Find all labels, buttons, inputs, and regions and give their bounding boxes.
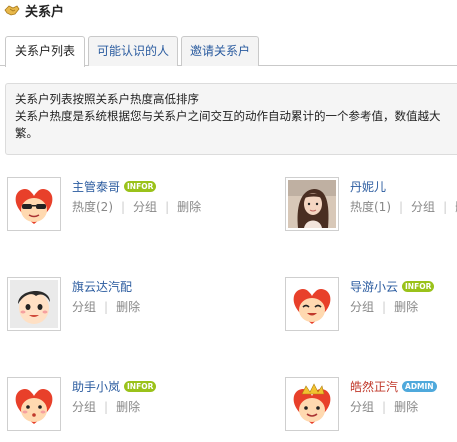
contact-actions: 分组 | 删除 <box>350 298 418 315</box>
contact-actions: 分组 | 删除 <box>350 398 418 415</box>
separator: | <box>104 299 109 314</box>
tab-bar: 关系户列表 可能认识的人 邀请关系户 <box>0 36 457 67</box>
contact-name[interactable]: 丹妮儿 <box>350 178 386 195</box>
contact-name-row: 导游小云 INFOR <box>350 278 435 295</box>
separator: | <box>121 199 126 214</box>
tab-invite-contacts[interactable]: 邀请关系户 <box>181 36 259 66</box>
contact-actions: 热度(1) | 分组 | 删除 <box>350 198 457 215</box>
avatar[interactable] <box>285 377 339 431</box>
delete-link[interactable]: 删除 <box>177 198 201 215</box>
notice-line-2: 关系户热度是系统根据您与关系户之间交互的动作自动累计的一个参考值，数值越大 <box>15 109 441 123</box>
heart-blush-icon <box>15 388 53 424</box>
contact-actions: 热度(2) | 分组 | 删除 <box>72 198 201 215</box>
contact-name[interactable]: 旗云达汽配 <box>72 278 132 295</box>
avatar[interactable] <box>7 177 61 231</box>
separator: | <box>443 199 448 214</box>
contact-name[interactable]: 导游小云 <box>350 278 398 295</box>
separator: | <box>382 399 387 414</box>
cartoon-boy-icon <box>10 280 58 328</box>
group-link[interactable]: 分组 <box>72 298 96 315</box>
separator: | <box>399 199 404 214</box>
tab-contacts-list[interactable]: 关系户列表 <box>5 36 85 67</box>
group-link[interactable]: 分组 <box>133 198 157 215</box>
contact-name[interactable]: 助手小岚 <box>72 378 120 395</box>
notice-line-3: 繁。 <box>15 126 38 140</box>
group-link[interactable]: 分组 <box>350 298 374 315</box>
page-header: 关系户 <box>4 2 65 20</box>
contact-name-row: 旗云达汽配 <box>72 278 132 295</box>
heat-score: 热度(2) <box>72 200 113 214</box>
heart-sunglasses-icon <box>15 188 53 224</box>
contact-name-row: 丹妮儿 <box>350 178 386 195</box>
tab-people-you-may-know[interactable]: 可能认识的人 <box>88 36 178 66</box>
contact-name[interactable]: 主管泰哥 <box>72 178 120 195</box>
info-notice: 关系户列表按照关系户热度高低排序 关系户热度是系统根据您与关系户之间交互的动作自… <box>5 83 457 155</box>
delete-link[interactable]: 删除 <box>116 398 140 415</box>
page-title: 关系户 <box>25 4 65 20</box>
group-link[interactable]: 分组 <box>411 198 435 215</box>
delete-link[interactable]: 删除 <box>394 298 418 315</box>
contact-actions: 分组 | 删除 <box>72 298 140 315</box>
handshake-icon <box>4 5 20 16</box>
avatar[interactable] <box>285 277 339 331</box>
infor-badge: INFOR <box>124 181 157 192</box>
delete-link[interactable]: 删除 <box>116 298 140 315</box>
group-link[interactable]: 分组 <box>72 398 96 415</box>
separator: | <box>165 199 170 214</box>
heat-score: 热度(1) <box>350 200 391 214</box>
separator: | <box>104 399 109 414</box>
delete-link[interactable]: 删除 <box>394 398 418 415</box>
infor-badge: INFOR <box>402 281 435 292</box>
heart-smile-icon <box>293 288 331 324</box>
avatar[interactable] <box>7 277 61 331</box>
heart-king-icon <box>293 383 331 424</box>
contact-name[interactable]: 皓然正汽 <box>350 378 398 395</box>
photo-avatar <box>288 180 336 228</box>
separator: | <box>382 299 387 314</box>
admin-badge: ADMIN <box>402 381 437 392</box>
notice-line-1: 关系户列表按照关系户热度高低排序 <box>15 92 199 106</box>
infor-badge: INFOR <box>124 381 157 392</box>
contact-name-row: 主管泰哥 INFOR <box>72 178 157 195</box>
contact-name-row: 皓然正汽 ADMIN <box>350 378 437 395</box>
contact-name-row: 助手小岚 INFOR <box>72 378 157 395</box>
avatar[interactable] <box>285 177 339 231</box>
avatar[interactable] <box>7 377 61 431</box>
contact-actions: 分组 | 删除 <box>72 398 140 415</box>
group-link[interactable]: 分组 <box>350 398 374 415</box>
